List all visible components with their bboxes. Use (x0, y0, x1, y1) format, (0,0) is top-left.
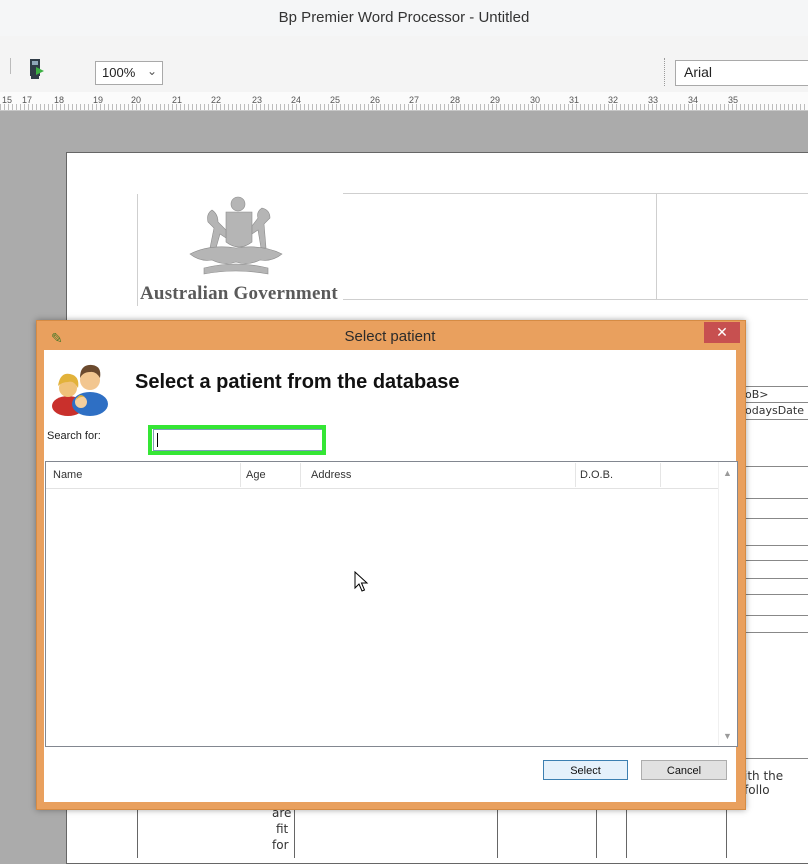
table-border (740, 466, 808, 467)
app-title-bar: Bp Premier Word Processor - Untitled (0, 0, 808, 37)
table-border (497, 808, 498, 858)
table-border (740, 594, 808, 595)
table-border (740, 518, 808, 519)
table-border (726, 808, 727, 858)
table-border (343, 193, 808, 194)
ruler-ticks (0, 104, 808, 110)
document-text: fit (276, 822, 289, 836)
table-border (596, 808, 597, 858)
ruler-number: 34 (688, 95, 699, 105)
table-border (137, 808, 138, 858)
logo-text: Australian Government (140, 283, 338, 304)
table-border (740, 758, 808, 759)
scroll-up-icon[interactable]: ▲ (723, 468, 732, 478)
table-border (740, 402, 808, 403)
merge-field: odaysDate (745, 404, 804, 417)
ruler-number: 33 (648, 95, 659, 105)
search-highlight (148, 425, 326, 455)
ruler-number: 15 (2, 95, 13, 105)
table-border (656, 194, 657, 300)
table-border (740, 419, 808, 420)
table-border (740, 498, 808, 499)
text-caret (157, 433, 158, 447)
table-border (626, 808, 627, 858)
ruler-number: 35 (728, 95, 739, 105)
ruler-number: 23 (252, 95, 263, 105)
column-separator[interactable] (240, 463, 241, 487)
cancel-button[interactable]: Cancel (641, 760, 727, 780)
close-icon[interactable]: ✕ (704, 322, 740, 343)
ruler-number: 26 (370, 95, 381, 105)
column-header-address[interactable]: Address (311, 469, 351, 481)
merge-field: oB> (745, 388, 769, 401)
column-separator[interactable] (660, 463, 661, 487)
ruler-number: 19 (93, 95, 104, 105)
zoom-value: 100% (102, 65, 136, 80)
search-label: Search for: (47, 430, 101, 442)
toolbar-separator (664, 58, 667, 86)
table-border (740, 545, 808, 546)
font-select[interactable]: Arial (675, 60, 808, 86)
table-border (343, 299, 808, 300)
table-border (740, 560, 808, 561)
column-header-name[interactable]: Name (53, 469, 82, 481)
coat-of-arms-logo (189, 196, 283, 275)
ruler-number: 20 (131, 95, 142, 105)
table-border (740, 632, 808, 633)
window-title: Bp Premier Word Processor - Untitled (278, 9, 530, 26)
ruler-number: 21 (172, 95, 183, 105)
table-border (740, 578, 808, 579)
column-header-dob[interactable]: D.O.B. (580, 469, 613, 481)
table-border (294, 808, 295, 858)
mouse-cursor-icon (354, 571, 369, 592)
ruler-number: 22 (211, 95, 222, 105)
toolbar-separator (10, 58, 11, 74)
ruler-number: 30 (530, 95, 541, 105)
table-border (137, 194, 138, 306)
select-button[interactable]: Select (543, 760, 628, 780)
column-separator[interactable] (300, 463, 301, 487)
ruler-number: 25 (330, 95, 341, 105)
dialog-heading: Select a patient from the database (135, 371, 460, 393)
dialog-title: Select patient (344, 328, 436, 345)
ruler-number: 31 (569, 95, 580, 105)
column-separator[interactable] (575, 463, 576, 487)
table-border (740, 386, 808, 387)
patient-list[interactable] (45, 461, 738, 747)
document-text: ith the follo (744, 769, 784, 797)
print-icon[interactable] (27, 58, 45, 80)
document-text: for (272, 838, 289, 852)
scroll-down-icon[interactable]: ▼ (723, 731, 732, 741)
chevron-down-icon: ⌄ (146, 64, 157, 78)
zoom-select[interactable]: 100% ⌄ (95, 61, 163, 85)
ruler-number: 32 (608, 95, 619, 105)
ruler-number: 18 (54, 95, 65, 105)
list-scrollbar[interactable]: ▲ ▼ (718, 462, 736, 745)
ruler-number: 17 (22, 95, 33, 105)
ruler-number: 29 (490, 95, 501, 105)
ruler-number: 27 (409, 95, 420, 105)
list-header (46, 462, 736, 489)
ruler-number: 28 (450, 95, 461, 105)
table-border (740, 615, 808, 616)
users-icon (52, 364, 108, 416)
column-header-age[interactable]: Age (246, 469, 266, 481)
ruler-number: 24 (291, 95, 302, 105)
font-value: Arial (684, 64, 713, 80)
